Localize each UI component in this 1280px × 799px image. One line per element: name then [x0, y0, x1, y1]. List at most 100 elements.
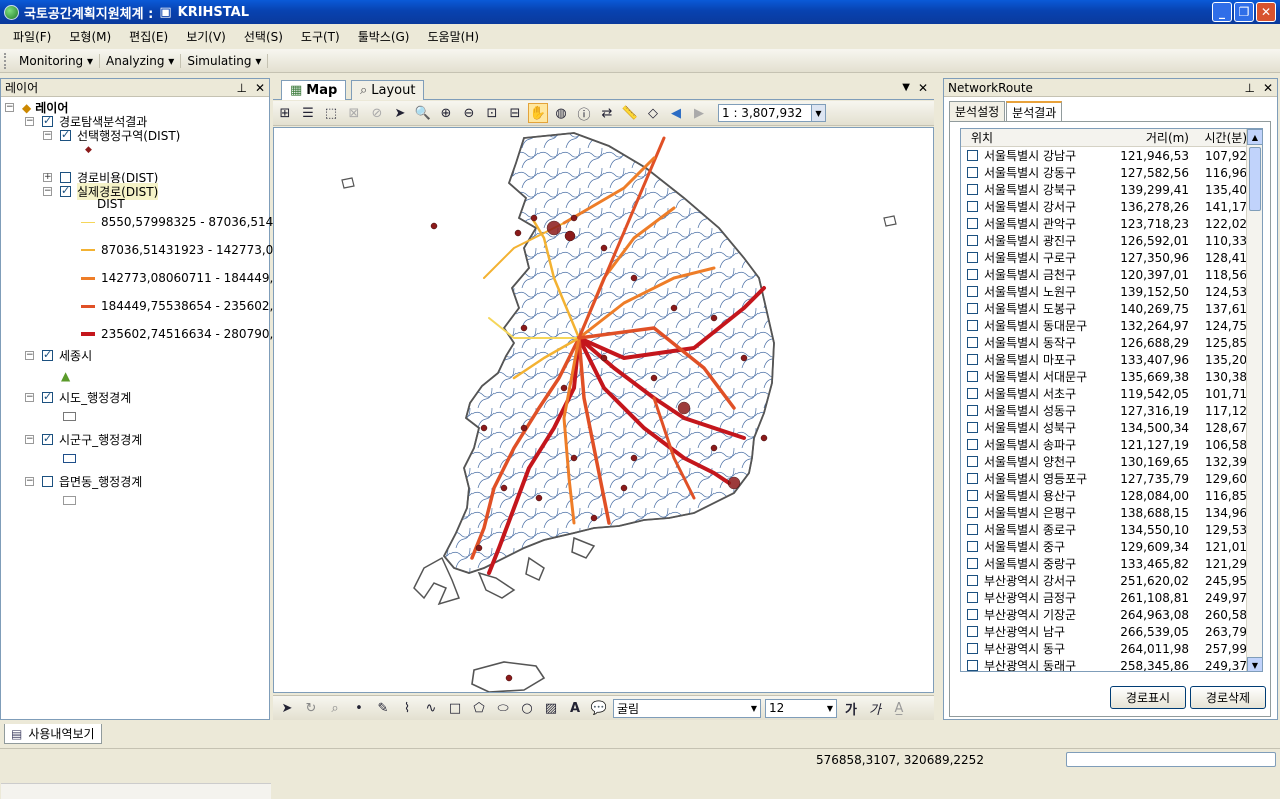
list-item[interactable]: 서울특별시 강동구 127,582,56 116,96 — [961, 164, 1262, 181]
panel-close-icon[interactable]: ✕ — [1263, 81, 1273, 95]
add-layer-icon[interactable]: ⊞ — [275, 103, 295, 123]
row-checkbox[interactable] — [967, 422, 978, 433]
identify-icon[interactable]: ⓘ — [574, 103, 594, 123]
row-checkbox[interactable] — [967, 303, 978, 314]
list-item[interactable]: 서울특별시 성북구 134,500,34 128,67 — [961, 419, 1262, 436]
list-item[interactable]: 서울특별시 동대문구 132,264,97 124,75 — [961, 317, 1262, 334]
hyperlink-icon[interactable]: ⇄ — [597, 103, 617, 123]
row-checkbox[interactable] — [967, 473, 978, 484]
collapse-icon[interactable]: − — [25, 435, 34, 444]
layers-stack-icon[interactable]: ☰ — [298, 103, 318, 123]
point-icon[interactable]: • — [349, 698, 369, 718]
row-checkbox[interactable] — [967, 337, 978, 348]
row-checkbox[interactable] — [967, 558, 978, 569]
list-item[interactable]: 서울특별시 금천구 120,397,01 118,56 — [961, 266, 1262, 283]
font-size-select[interactable]: 12 ▼ — [765, 698, 837, 718]
list-item[interactable]: 부산광역시 동구 264,011,98 257,99 — [961, 640, 1262, 657]
tab-analysis-settings[interactable]: 분석설정 — [949, 101, 1006, 121]
results-vscrollbar[interactable]: ▲ ▼ — [1246, 129, 1262, 671]
tab-layout[interactable]: ⌕ Layout — [351, 80, 425, 100]
fixed-zoom-in-icon[interactable]: ⊡ — [482, 103, 502, 123]
select-features-icon[interactable]: ⬚ — [321, 103, 341, 123]
forward-extent-icon[interactable]: ▶ — [689, 103, 709, 123]
list-item[interactable]: 서울특별시 성동구 127,316,19 117,12 — [961, 402, 1262, 419]
list-item[interactable]: 서울특별시 강북구 139,299,41 135,40 — [961, 181, 1262, 198]
usage-history-tab[interactable]: ▤ 사용내역보기 — [4, 724, 102, 744]
results-list[interactable]: 위치 거리(m) 시간(분) 서울특별시 강남구 121,946,53 107,92… — [960, 128, 1263, 672]
zoom-in-icon[interactable]: ⊕ — [436, 103, 456, 123]
analyzing-dropdown[interactable]: Analyzing ▾ — [100, 53, 182, 68]
row-checkbox[interactable] — [967, 643, 978, 654]
list-item[interactable]: 서울특별시 강남구 121,946,53 107,92 — [961, 147, 1262, 164]
tab-close-icon[interactable]: ✕ — [918, 81, 928, 95]
row-checkbox[interactable] — [967, 524, 978, 535]
column-time[interactable]: 시간(분) — [1189, 129, 1247, 146]
row-checkbox[interactable] — [967, 388, 978, 399]
layer-checkbox[interactable] — [42, 114, 53, 127]
text-icon[interactable]: A — [565, 698, 585, 718]
zoom-to-element-icon[interactable]: ⌕ — [325, 698, 345, 718]
row-checkbox[interactable] — [967, 660, 978, 671]
row-checkbox[interactable] — [967, 150, 978, 161]
row-checkbox[interactable] — [967, 507, 978, 518]
menu-model[interactable]: 모형(M) — [60, 26, 120, 47]
scale-combo[interactable]: 1 : 3,807,932 ▼ — [718, 104, 826, 122]
menu-tools[interactable]: 도구(T) — [292, 26, 349, 47]
row-checkbox[interactable] — [967, 575, 978, 586]
column-location[interactable]: 위치 — [961, 129, 1111, 146]
freehand-icon[interactable]: ✎ — [373, 698, 393, 718]
scroll-thumb[interactable] — [1249, 147, 1261, 211]
show-route-button[interactable]: 경로표시 — [1110, 686, 1186, 709]
layer-checkbox[interactable] — [42, 432, 53, 445]
rectangle-icon[interactable]: □ — [445, 698, 465, 718]
collapse-icon[interactable]: − — [43, 131, 52, 140]
list-item[interactable]: 서울특별시 영등포구 127,735,79 129,60 — [961, 470, 1262, 487]
italic-icon[interactable]: 가 — [865, 698, 885, 718]
collapse-icon[interactable]: − — [5, 103, 14, 112]
list-item[interactable]: 서울특별시 동작구 126,688,29 125,85 — [961, 334, 1262, 351]
layer-checkbox[interactable] — [42, 390, 53, 403]
picture-icon[interactable]: ▨ — [541, 698, 561, 718]
pan-hand-icon[interactable]: ✋ — [528, 103, 548, 123]
close-button[interactable]: ✕ — [1256, 2, 1276, 22]
scroll-down-icon[interactable]: ▼ — [1247, 657, 1262, 671]
row-checkbox[interactable] — [967, 201, 978, 212]
layer-checkbox[interactable] — [60, 184, 71, 197]
collapse-icon[interactable]: − — [25, 393, 34, 402]
row-checkbox[interactable] — [967, 490, 978, 501]
zoom-icon[interactable]: 🔍 — [413, 103, 433, 123]
list-item[interactable]: 서울특별시 마포구 133,407,96 135,20 — [961, 351, 1262, 368]
menu-select[interactable]: 선택(S) — [235, 26, 292, 47]
list-item[interactable]: 서울특별시 노원구 139,152,50 124,53 — [961, 283, 1262, 300]
list-item[interactable]: 부산광역시 강서구 251,620,02 245,95 — [961, 572, 1262, 589]
list-item[interactable]: 부산광역시 금정구 261,108,81 249,97 — [961, 589, 1262, 606]
row-checkbox[interactable] — [967, 541, 978, 552]
curve-icon[interactable]: ∿ — [421, 698, 441, 718]
tab-menu-icon[interactable]: ▼ — [902, 82, 910, 93]
collapse-icon[interactable]: − — [25, 351, 34, 360]
polygon-icon[interactable]: ⬠ — [469, 698, 489, 718]
cancel-icon[interactable]: ⊘ — [367, 103, 387, 123]
back-extent-icon[interactable]: ◀ — [666, 103, 686, 123]
pin-icon[interactable]: ⊥ — [1244, 81, 1254, 95]
minimize-button[interactable]: _ — [1212, 2, 1232, 22]
collapse-icon[interactable]: − — [25, 117, 34, 126]
delete-route-button[interactable]: 경로삭제 — [1190, 686, 1266, 709]
list-item[interactable]: 서울특별시 중구 129,609,34 121,01 — [961, 538, 1262, 555]
row-checkbox[interactable] — [967, 167, 978, 178]
layer-checkbox[interactable] — [60, 172, 71, 183]
full-extent-icon[interactable]: ◍ — [551, 103, 571, 123]
ellipse-icon[interactable]: ⬭ — [493, 698, 513, 718]
row-checkbox[interactable] — [967, 354, 978, 365]
rotate-icon[interactable]: ↻ — [301, 698, 321, 718]
menu-edit[interactable]: 편집(E) — [120, 26, 177, 47]
row-checkbox[interactable] — [967, 184, 978, 195]
toolbar-grip[interactable] — [4, 52, 7, 69]
chevron-down-icon[interactable]: ▼ — [811, 105, 825, 121]
find-icon[interactable]: ◇ — [643, 103, 663, 123]
pointer-icon[interactable]: ➤ — [390, 103, 410, 123]
menu-file[interactable]: 파일(F) — [4, 26, 60, 47]
polyline-icon[interactable]: ⌇ — [397, 698, 417, 718]
list-item[interactable]: 서울특별시 서초구 119,542,05 101,71 — [961, 385, 1262, 402]
layer-checkbox[interactable] — [42, 348, 53, 361]
